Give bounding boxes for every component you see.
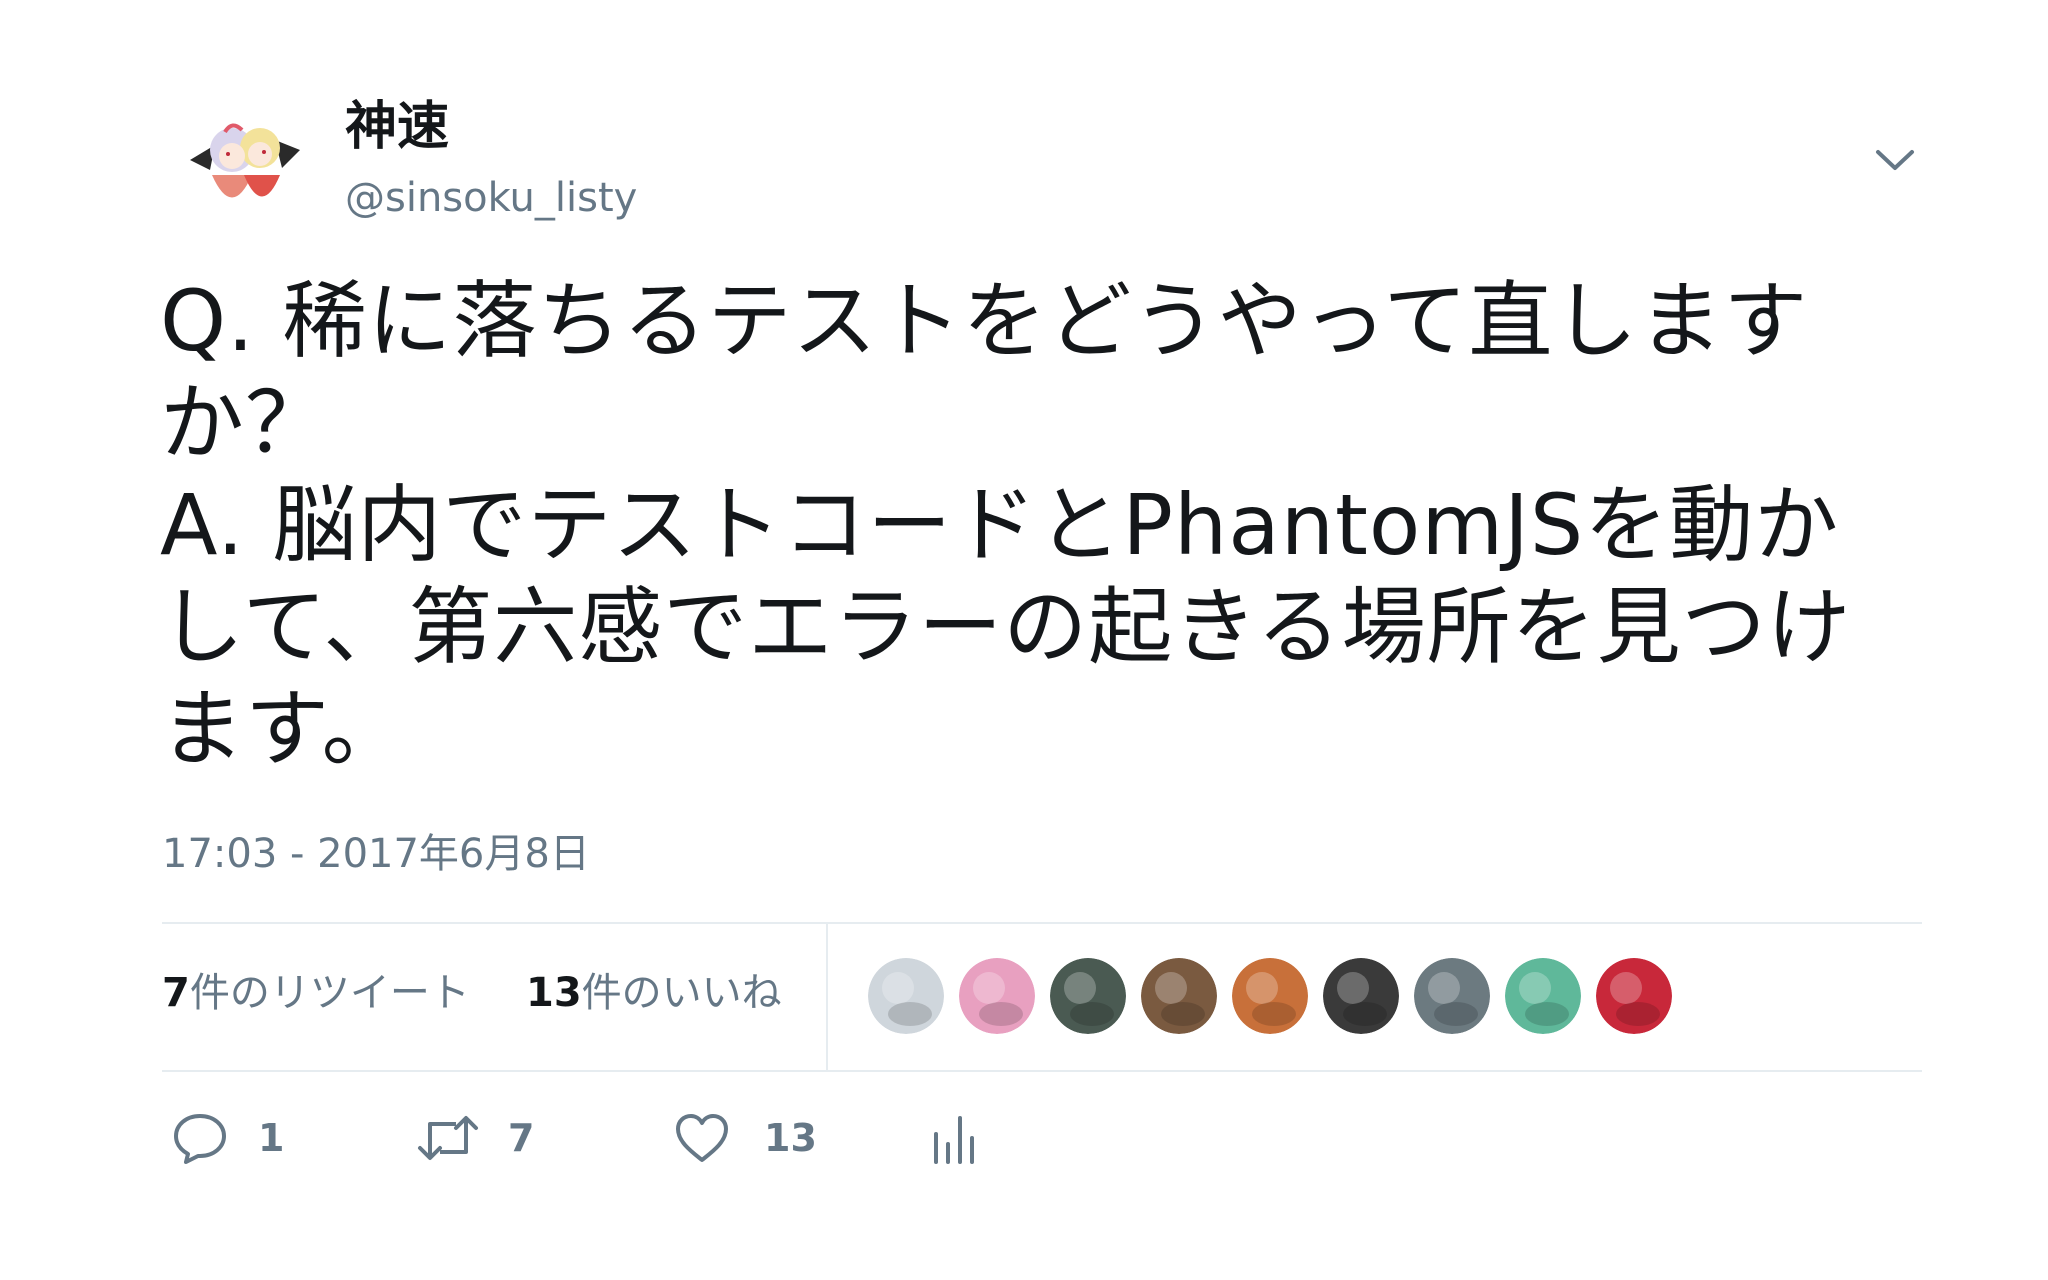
liker-avatar-device-icon: [1414, 958, 1490, 1034]
liker-avatar[interactable]: [868, 958, 944, 1034]
stats-divider-bottom: [162, 1070, 1922, 1072]
liker-avatar[interactable]: [1596, 958, 1672, 1034]
liker-avatar[interactable]: [1414, 958, 1490, 1034]
retweet-count: 7: [508, 1116, 535, 1160]
like-count: 13: [764, 1116, 817, 1160]
retweet-icon: [418, 1116, 478, 1160]
liker-avatar[interactable]: [1505, 958, 1581, 1034]
avatar-anime-illustration-icon: [170, 90, 320, 240]
liker-avatar-swirl-icon: [868, 958, 944, 1034]
liker-avatar-green-creature-icon: [1505, 958, 1581, 1034]
chevron-down-icon: [1876, 150, 1914, 170]
tweet-timestamp[interactable]: 17:03 - 2017年6月8日: [162, 826, 590, 882]
liker-avatar[interactable]: [959, 958, 1035, 1034]
analytics-icon: [934, 1116, 974, 1164]
heart-icon: [676, 1114, 728, 1162]
retweet-stat[interactable]: 7件のリツイート: [162, 965, 470, 1021]
retweet-button[interactable]: 7: [416, 1108, 546, 1168]
tweet-card: 神速 @sinsoku_listy Q. 稀に落ちるテストをどうやって直しますか…: [0, 0, 2048, 1280]
retweet-stat-count: 7: [162, 970, 190, 1016]
tweet-menu-button[interactable]: [1870, 140, 1920, 180]
like-stat[interactable]: 13件のいいね: [526, 965, 782, 1021]
reply-button[interactable]: 1: [170, 1108, 300, 1168]
liker-avatar-fox-icon: [1232, 958, 1308, 1034]
like-stat-label: 件のいいね: [581, 970, 782, 1016]
liker-avatar[interactable]: [1323, 958, 1399, 1034]
liker-avatar-workspace-icon: [1050, 958, 1126, 1034]
liker-avatar-person-dark-icon: [1323, 958, 1399, 1034]
user-avatar[interactable]: [170, 90, 320, 240]
liker-avatar-anime-girl-icon: [959, 958, 1035, 1034]
reply-icon: [174, 1114, 226, 1164]
like-stat-count: 13: [526, 970, 582, 1016]
liker-avatar-red-shoes-icon: [1596, 958, 1672, 1034]
liker-avatar[interactable]: [1050, 958, 1126, 1034]
analytics-button[interactable]: [930, 1108, 974, 1168]
liker-avatar-person-icon: [1141, 958, 1217, 1034]
reply-count: 1: [258, 1116, 285, 1160]
tweet-text: Q. 稀に落ちるテストをどうやって直しますか？ A. 脳内でテストコードとPha…: [160, 272, 1852, 778]
stats-divider-top: [162, 922, 1922, 924]
retweet-stat-label: 件のリツイート: [189, 970, 470, 1016]
user-handle[interactable]: @sinsoku_listy: [345, 170, 637, 226]
like-button[interactable]: 13: [672, 1108, 832, 1168]
user-display-name[interactable]: 神速: [345, 92, 449, 162]
liker-avatar[interactable]: [1141, 958, 1217, 1034]
liker-avatar[interactable]: [1232, 958, 1308, 1034]
stats-separator: [826, 924, 828, 1070]
